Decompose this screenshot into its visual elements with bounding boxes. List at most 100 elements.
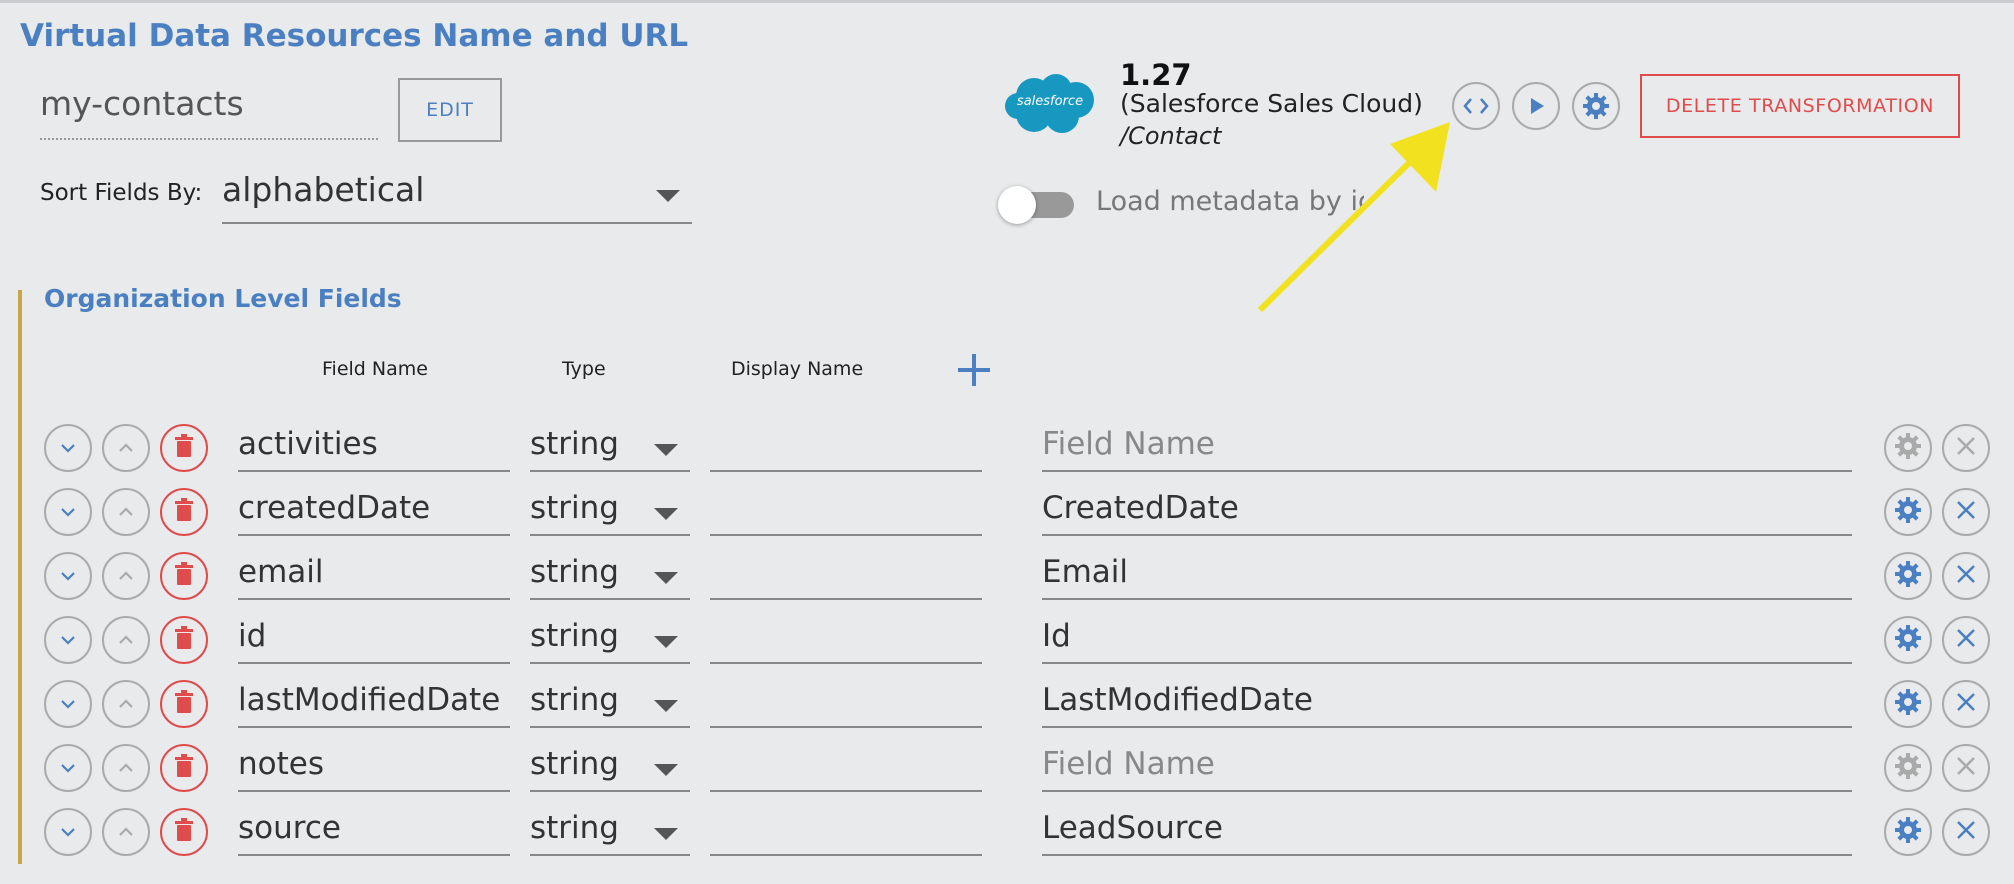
move-down-button[interactable] [44, 616, 92, 664]
clear-mapping-button[interactable] [1942, 680, 1990, 728]
move-up-button[interactable] [102, 488, 150, 536]
move-down-button[interactable] [44, 680, 92, 728]
field-name-input[interactable] [238, 598, 510, 600]
clear-mapping-button[interactable] [1942, 744, 1990, 792]
field-name-input[interactable] [238, 726, 510, 728]
move-up-button[interactable] [102, 744, 150, 792]
display-name-input[interactable] [710, 598, 982, 600]
display-name-input[interactable] [710, 726, 982, 728]
mapping-input[interactable] [1042, 790, 1852, 792]
col-header-type: Type [562, 358, 606, 380]
type-select[interactable] [530, 854, 690, 856]
load-metadata-toggle[interactable] [998, 184, 1076, 224]
field-settings-button[interactable] [1884, 488, 1932, 536]
chevron-up-icon [117, 759, 135, 778]
mapping-input[interactable] [1042, 534, 1852, 536]
field-name-value: activities [238, 426, 378, 462]
trash-icon [173, 433, 195, 463]
chevron-up-icon [117, 823, 135, 842]
field-row: email string Email [0, 550, 2014, 600]
top-border [0, 0, 2014, 3]
chevron-down-icon [654, 636, 678, 648]
move-up-button[interactable] [102, 552, 150, 600]
trash-icon [173, 753, 195, 783]
delete-field-button[interactable] [160, 424, 208, 472]
salesforce-logo-text: salesforce [1016, 94, 1084, 109]
move-down-button[interactable] [44, 552, 92, 600]
clear-mapping-button[interactable] [1942, 424, 1990, 472]
display-name-input[interactable] [710, 470, 982, 472]
delete-field-button[interactable] [160, 808, 208, 856]
chevron-down-icon [654, 764, 678, 776]
type-select[interactable] [530, 598, 690, 600]
resource-name-value: my-contacts [40, 84, 244, 123]
type-value: string [530, 810, 619, 846]
type-select[interactable] [530, 534, 690, 536]
field-settings-button[interactable] [1884, 552, 1932, 600]
field-settings-button[interactable] [1884, 744, 1932, 792]
add-field-button[interactable] [954, 350, 994, 390]
field-name-input[interactable] [238, 790, 510, 792]
chevron-up-icon [117, 503, 135, 522]
field-settings-button[interactable] [1884, 680, 1932, 728]
delete-field-button[interactable] [160, 552, 208, 600]
mapping-input[interactable] [1042, 662, 1852, 664]
salesforce-logo: salesforce [1004, 70, 1096, 136]
mapping-input[interactable] [1042, 598, 1852, 600]
settings-button[interactable] [1572, 82, 1620, 130]
clear-mapping-button[interactable] [1942, 488, 1990, 536]
sort-fields-label: Sort Fields By: [40, 180, 203, 206]
move-down-button[interactable] [44, 424, 92, 472]
field-settings-button[interactable] [1884, 424, 1932, 472]
delete-field-button[interactable] [160, 616, 208, 664]
mapping-input[interactable] [1042, 470, 1852, 472]
gear-icon [1894, 688, 1922, 720]
clear-mapping-button[interactable] [1942, 616, 1990, 664]
sort-fields-select[interactable]: alphabetical [222, 168, 692, 226]
chevron-down-icon [59, 631, 77, 650]
move-down-button[interactable] [44, 744, 92, 792]
type-select[interactable] [530, 470, 690, 472]
field-settings-button[interactable] [1884, 808, 1932, 856]
field-name-value: email [238, 554, 324, 590]
field-name-input[interactable] [238, 854, 510, 856]
mapping-input[interactable] [1042, 726, 1852, 728]
mapping-input[interactable] [1042, 854, 1852, 856]
display-name-input[interactable] [710, 534, 982, 536]
field-name-input[interactable] [238, 470, 510, 472]
move-down-button[interactable] [44, 488, 92, 536]
close-icon [1955, 499, 1977, 525]
type-value: string [530, 682, 619, 718]
delete-field-button[interactable] [160, 488, 208, 536]
edit-button[interactable]: EDIT [398, 78, 502, 142]
clear-mapping-button[interactable] [1942, 808, 1990, 856]
chevron-down-icon [656, 190, 680, 202]
type-select[interactable] [530, 662, 690, 664]
display-name-input[interactable] [710, 662, 982, 664]
field-name-value: id [238, 618, 267, 654]
move-up-button[interactable] [102, 616, 150, 664]
field-name-input[interactable] [238, 534, 510, 536]
field-row: activities string Field Name [0, 422, 2014, 472]
type-select[interactable] [530, 726, 690, 728]
gear-icon [1894, 496, 1922, 528]
display-name-input[interactable] [710, 854, 982, 856]
chevron-down-icon [654, 572, 678, 584]
display-name-input[interactable] [710, 790, 982, 792]
gear-icon [1583, 93, 1609, 119]
run-button[interactable] [1512, 82, 1560, 130]
delete-field-button[interactable] [160, 680, 208, 728]
type-select[interactable] [530, 790, 690, 792]
field-settings-button[interactable] [1884, 616, 1932, 664]
sort-underline [222, 222, 692, 224]
move-up-button[interactable] [102, 680, 150, 728]
move-up-button[interactable] [102, 808, 150, 856]
move-down-button[interactable] [44, 808, 92, 856]
move-up-button[interactable] [102, 424, 150, 472]
clear-mapping-button[interactable] [1942, 552, 1990, 600]
delete-transformation-button[interactable]: DELETE TRANSFORMATION [1640, 74, 1960, 138]
chevron-up-icon [117, 695, 135, 714]
type-value: string [530, 746, 619, 782]
delete-field-button[interactable] [160, 744, 208, 792]
field-name-input[interactable] [238, 662, 510, 664]
